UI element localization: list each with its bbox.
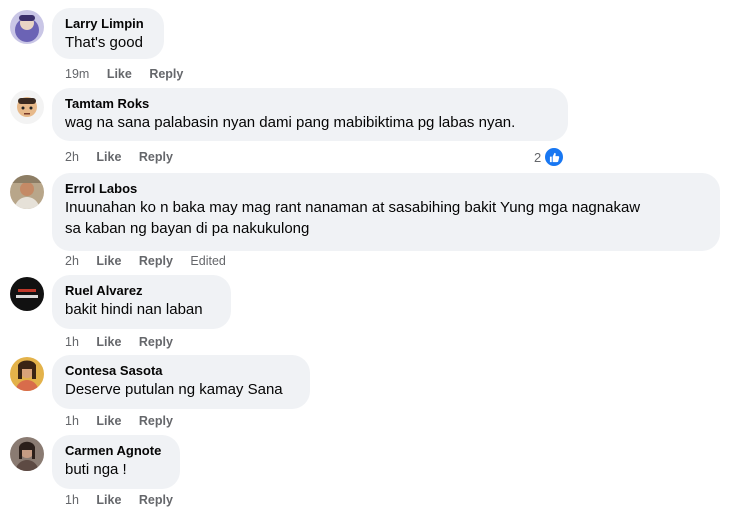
reply-button[interactable]: Reply: [139, 493, 173, 507]
comment-bubble: Errol Labos Inuunahan ko n baka may mag …: [52, 173, 720, 251]
thumbs-up-icon: [543, 146, 566, 168]
comment-text: bakit hindi nan laban: [65, 301, 203, 318]
reply-button[interactable]: Reply: [139, 414, 173, 428]
avatar[interactable]: [10, 10, 44, 44]
profile-photo-icon: [10, 437, 44, 471]
profile-photo-icon: [10, 175, 44, 209]
commenter-name[interactable]: Carmen Agnote: [65, 442, 168, 459]
comment-actions: 1h Like Reply: [65, 492, 187, 508]
comment-actions: 19m Like Reply: [65, 66, 197, 82]
reply-button[interactable]: Reply: [139, 254, 173, 268]
reaction-summary[interactable]: 2: [534, 146, 566, 168]
comment-bubble: Tamtam Roks wag na sana palabasin nyan d…: [52, 88, 568, 141]
commenter-name[interactable]: Ruel Alvarez: [65, 282, 219, 299]
comment-text: buti nga !: [65, 461, 127, 478]
like-button[interactable]: Like: [96, 335, 121, 349]
profile-photo-icon: [10, 277, 44, 311]
comment-timestamp[interactable]: 2h: [65, 254, 79, 268]
comment-text: That's good: [65, 34, 143, 51]
cartoon-avatar-icon: [10, 90, 44, 124]
comment-timestamp[interactable]: 1h: [65, 335, 79, 349]
comment-timestamp[interactable]: 1h: [65, 493, 79, 507]
comment-actions: 1h Like Reply: [65, 413, 187, 429]
avatar[interactable]: [10, 175, 44, 209]
comment-timestamp[interactable]: 2h: [65, 150, 79, 164]
comment-timestamp[interactable]: 1h: [65, 414, 79, 428]
comment-bubble: Larry Limpin That's good: [52, 8, 164, 59]
reaction-count: 2: [534, 149, 542, 165]
like-button[interactable]: Like: [96, 493, 121, 507]
edited-label[interactable]: Edited: [190, 254, 225, 268]
like-button[interactable]: Like: [96, 254, 121, 268]
commenter-name[interactable]: Errol Labos: [65, 180, 708, 197]
comment-actions: 1h Like Reply: [65, 334, 187, 350]
avatar[interactable]: [10, 90, 44, 124]
comment-text: Deserve putulan ng kamay Sana: [65, 381, 283, 398]
reply-button[interactable]: Reply: [139, 335, 173, 349]
comment-bubble: Carmen Agnote buti nga !: [52, 435, 180, 489]
comment-text: Inuunahan ko n baka may mag rant nanaman…: [65, 199, 641, 237]
commenter-name[interactable]: Larry Limpin: [65, 15, 152, 32]
comment-bubble: Contesa Sasota Deserve putulan ng kamay …: [52, 355, 310, 409]
avatar[interactable]: [10, 277, 44, 311]
reply-button[interactable]: Reply: [149, 67, 183, 81]
commenter-name[interactable]: Tamtam Roks: [65, 95, 556, 112]
reply-button[interactable]: Reply: [139, 150, 173, 164]
comment-text: wag na sana palabasin nyan dami pang mab…: [65, 114, 516, 131]
commenter-name[interactable]: Contesa Sasota: [65, 362, 298, 379]
comment-actions: 2h Like Reply Edited: [65, 253, 240, 269]
comment-actions: 2h Like Reply: [65, 149, 187, 165]
like-button[interactable]: Like: [107, 67, 132, 81]
avatar[interactable]: [10, 357, 44, 391]
like-button[interactable]: Like: [96, 414, 121, 428]
comment-bubble: Ruel Alvarez bakit hindi nan laban: [52, 275, 231, 329]
like-button[interactable]: Like: [96, 150, 121, 164]
avatar[interactable]: [10, 437, 44, 471]
profile-photo-icon: [10, 357, 44, 391]
cartoon-avatar-icon: [10, 10, 44, 44]
comment-timestamp[interactable]: 19m: [65, 67, 89, 81]
